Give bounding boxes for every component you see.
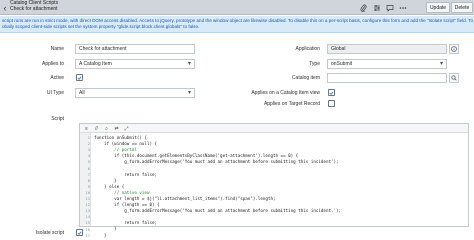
line-number: 6 bbox=[87, 165, 90, 171]
applies-on-catalog-item-view-label: Applies on a Catalog Item view bbox=[251, 90, 320, 96]
form-header: ‹ Catalog Client Scripts Check for attac… bbox=[0, 0, 474, 15]
more-icon[interactable] bbox=[398, 3, 407, 12]
isolate-script-label: Isolate script bbox=[35, 230, 64, 236]
info-icon[interactable] bbox=[449, 44, 459, 54]
isolate-script-checkbox[interactable] bbox=[76, 229, 83, 236]
catalog-item-field[interactable] bbox=[327, 73, 447, 83]
ui-type-select[interactable]: All bbox=[75, 88, 195, 98]
replace-icon[interactable]: ⇄ bbox=[113, 125, 120, 132]
line-number: 2 bbox=[87, 141, 90, 147]
active-label: Active bbox=[50, 75, 64, 81]
script-code[interactable]: function onSubmit() { if (window == null… bbox=[94, 135, 466, 238]
line-number: 4 bbox=[87, 153, 90, 159]
editor-toolbar: ≡ // ⌕ ⇄ ⤢ bbox=[80, 124, 468, 133]
line-number: 11 bbox=[85, 196, 90, 201]
format-icon[interactable]: ≡ bbox=[83, 125, 90, 132]
back-arrow-icon[interactable]: ‹ bbox=[1, 2, 9, 13]
search-icon[interactable] bbox=[449, 73, 459, 83]
catalog-item-label: Catalog item bbox=[291, 75, 320, 81]
line-number: 5 bbox=[87, 159, 90, 165]
paperclip-icon[interactable] bbox=[359, 3, 368, 12]
chat-icon[interactable] bbox=[385, 3, 394, 12]
code-line: } bbox=[94, 232, 107, 238]
applies-to-label: Applies to bbox=[42, 61, 64, 67]
delete-button[interactable]: Delete bbox=[451, 2, 473, 13]
script-label: Script bbox=[51, 116, 64, 122]
applies-on-target-record-label: Applies on Target Record bbox=[263, 101, 320, 107]
line-number: 10 bbox=[85, 189, 90, 195]
application-label: Application bbox=[295, 46, 320, 52]
line-number: 8 bbox=[87, 177, 90, 183]
type-label: Type bbox=[309, 61, 320, 67]
line-number: 9 bbox=[87, 183, 90, 189]
applies-on-target-record-checkbox[interactable] bbox=[328, 100, 335, 107]
line-number: 3 bbox=[87, 147, 90, 153]
applies-on-catalog-item-view-checkbox[interactable] bbox=[328, 89, 335, 96]
line-number: 15 bbox=[85, 220, 90, 226]
ui-type-label: UI Type bbox=[46, 90, 64, 96]
line-number-gutter: 1 2 3 4 5 6 7 8 9 10 11 12 13 14 15 16 17 bbox=[80, 133, 91, 238]
header-icon-group bbox=[359, 2, 407, 13]
info-notice: script runs are run in strict mode, with… bbox=[0, 16, 474, 33]
application-field: Global bbox=[327, 44, 447, 54]
notice-line-2: obally scoped client-side scripts set th… bbox=[2, 24, 200, 29]
fullscreen-icon[interactable]: ⤢ bbox=[123, 125, 130, 132]
search-code-icon[interactable]: ⌕ bbox=[103, 125, 110, 132]
applies-to-select[interactable]: A Catalog Item bbox=[75, 59, 195, 69]
update-button[interactable]: Update bbox=[426, 2, 450, 13]
comment-icon[interactable]: // bbox=[93, 125, 100, 132]
form-subtitle: Check for attachment bbox=[10, 5, 58, 12]
type-select[interactable]: onSubmit bbox=[327, 59, 447, 69]
line-number: 7 bbox=[87, 171, 90, 177]
script-editor[interactable]: ≡ // ⌕ ⇄ ⤢ 1 2 3 4 5 6 7 8 9 10 11 12 13 14 15 16 17 fun… bbox=[79, 123, 469, 238]
name-field[interactable]: Check for attachment bbox=[75, 44, 195, 54]
line-number: 14 bbox=[85, 214, 90, 220]
line-number: 1 bbox=[87, 135, 90, 140]
line-number: 13 bbox=[85, 208, 90, 214]
active-checkbox[interactable] bbox=[76, 74, 83, 81]
sliders-icon[interactable] bbox=[372, 3, 381, 12]
form-title-block: Catalog Client Scripts Check for attachm… bbox=[10, 0, 58, 12]
name-label: Name bbox=[50, 46, 64, 52]
line-number: 12 bbox=[85, 202, 90, 208]
